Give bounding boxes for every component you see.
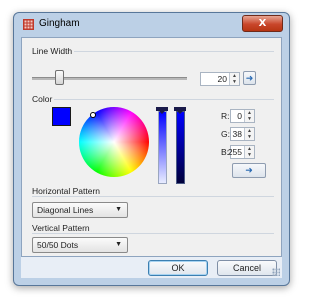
line-width-value: 20 — [217, 74, 227, 84]
divider — [74, 51, 274, 52]
divider — [32, 233, 274, 234]
line-width-label: Line Width — [32, 46, 73, 56]
app-grid-icon — [23, 19, 34, 30]
resize-grip-icon[interactable] — [272, 268, 280, 276]
cancel-button[interactable]: Cancel — [217, 260, 277, 276]
title-bar[interactable]: Gingham X — [14, 13, 289, 35]
chevron-down-icon: ▼ — [115, 241, 122, 248]
spin-down-icon[interactable]: ▼ — [230, 79, 239, 85]
line-width-slider-thumb[interactable] — [55, 70, 64, 85]
green-value: 38 — [232, 129, 242, 139]
ok-button[interactable]: OK — [148, 260, 208, 276]
close-icon: X — [258, 18, 267, 29]
color-apply-button[interactable]: ➜ — [232, 163, 266, 178]
green-spinner[interactable]: 38 ▲ ▼ — [230, 127, 255, 141]
saturation-bar[interactable] — [158, 111, 167, 184]
horizontal-pattern-dropdown[interactable]: Diagonal Lines ▼ — [32, 202, 128, 218]
saturation-bar-handle[interactable] — [156, 107, 168, 114]
close-button[interactable]: X — [242, 15, 283, 32]
color-label: Color — [32, 94, 53, 104]
brightness-bar[interactable] — [176, 111, 185, 184]
chevron-down-icon: ▼ — [115, 206, 122, 213]
apply-arrow-icon: ➜ — [245, 73, 254, 83]
blue-value: 255 — [227, 147, 242, 157]
spin-down-icon[interactable]: ▼ — [245, 116, 254, 122]
dialog-window: Gingham X Line Width 20 ▲ ▼ ➜ Color R: 0… — [13, 12, 290, 286]
vertical-pattern-label: Vertical Pattern — [32, 223, 90, 233]
color-wheel-marker[interactable] — [90, 112, 96, 118]
window-title: Gingham — [39, 18, 80, 29]
red-label: R: — [221, 111, 230, 121]
divider — [54, 99, 274, 100]
red-spinner[interactable]: 0 ▲ ▼ — [230, 109, 255, 123]
vertical-pattern-dropdown[interactable]: 50/50 Dots ▼ — [32, 237, 128, 253]
divider — [32, 196, 274, 197]
brightness-bar-handle[interactable] — [174, 107, 186, 114]
color-wheel[interactable] — [79, 107, 149, 177]
vertical-pattern-value: 50/50 Dots — [37, 240, 79, 250]
horizontal-pattern-label: Horizontal Pattern — [32, 186, 101, 196]
horizontal-pattern-value: Diagonal Lines — [37, 205, 94, 215]
line-width-spinner[interactable]: 20 ▲ ▼ — [200, 72, 240, 86]
green-label: G: — [221, 129, 230, 139]
dialog-footer: OK Cancel — [21, 257, 282, 278]
apply-arrow-icon: ➜ — [245, 165, 253, 175]
blue-spinner[interactable]: 255 ▲ ▼ — [227, 145, 255, 159]
dialog-body: Line Width 20 ▲ ▼ ➜ Color R: 0 ▲ ▼ G: 38… — [21, 37, 282, 257]
spin-down-icon[interactable]: ▼ — [245, 152, 254, 158]
line-width-apply-button[interactable]: ➜ — [243, 71, 256, 85]
selected-color-swatch — [52, 107, 71, 126]
red-value: 0 — [237, 111, 242, 121]
spin-down-icon[interactable]: ▼ — [245, 134, 254, 140]
